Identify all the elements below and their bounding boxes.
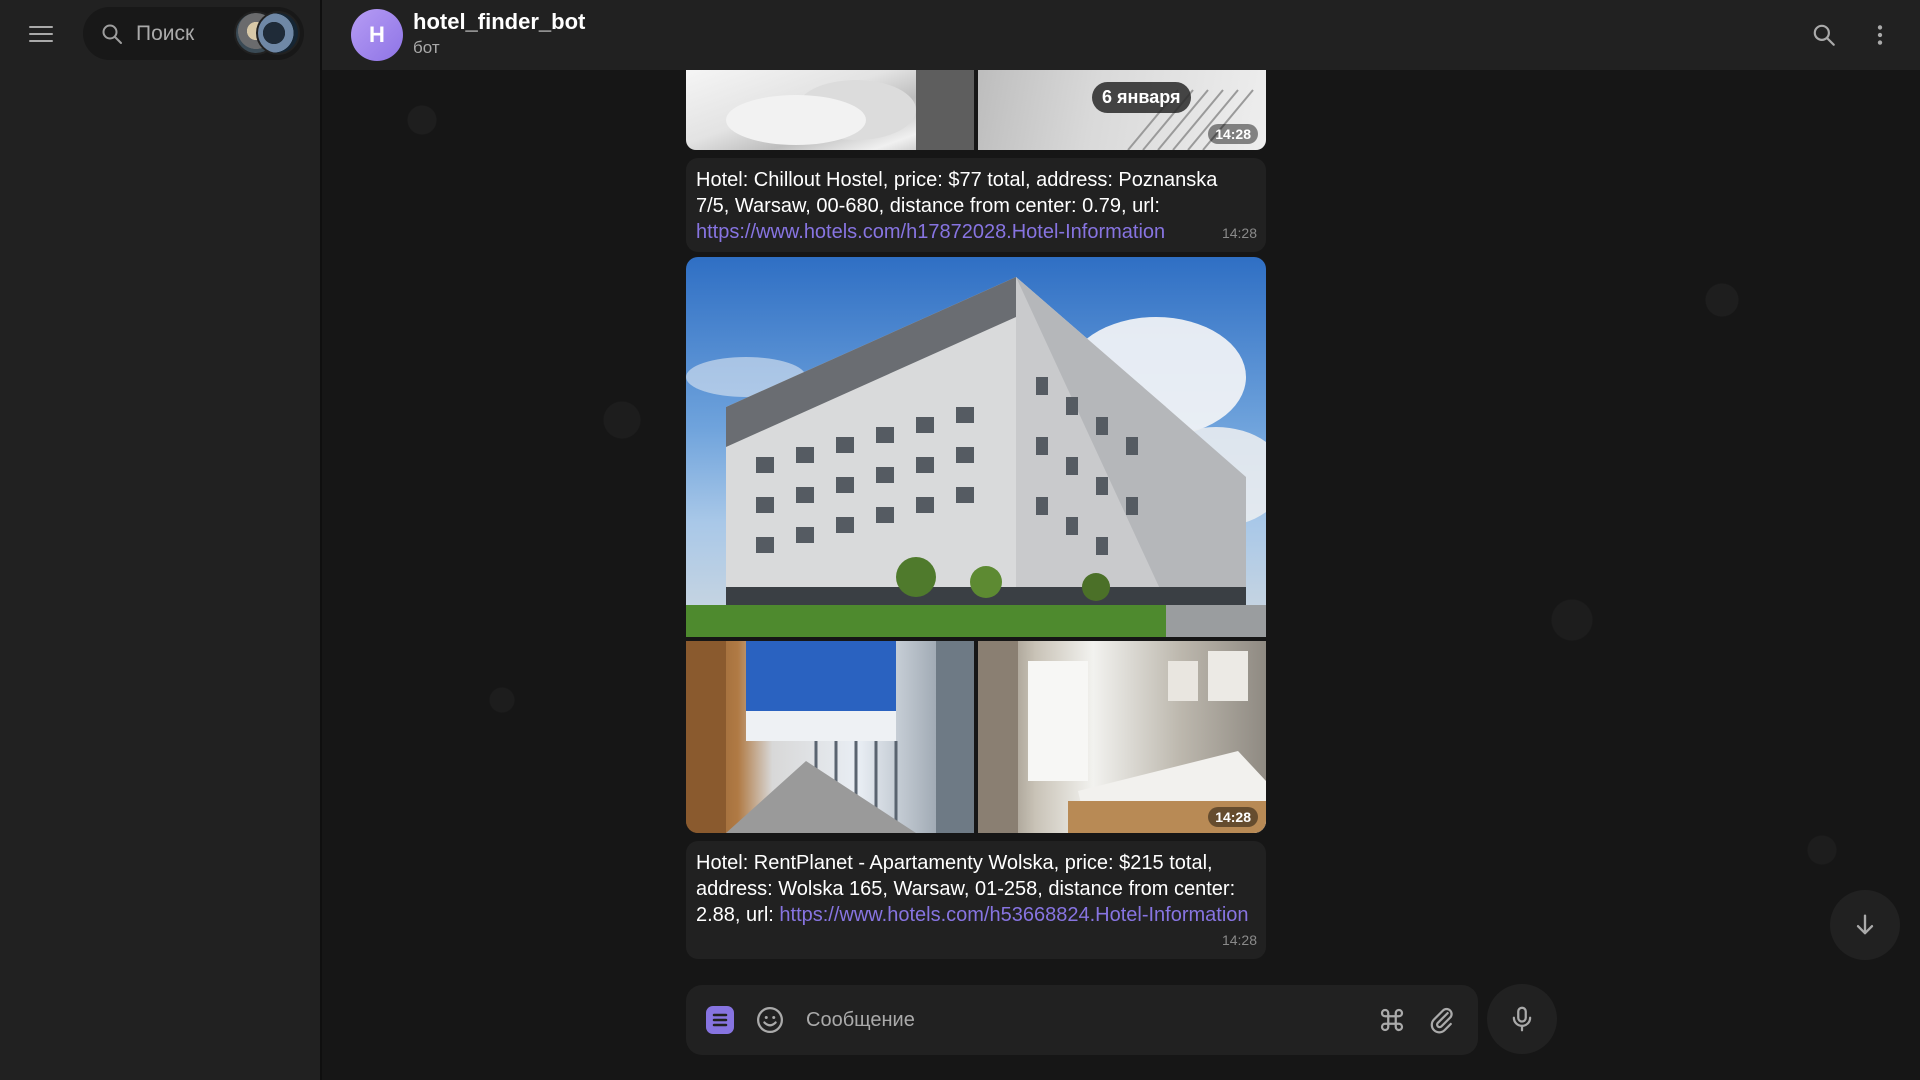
- story-avatar[interactable]: [256, 11, 300, 55]
- hotel-link[interactable]: https://www.hotels.com/h17872028.Hotel-I…: [696, 221, 1165, 243]
- message-bubble[interactable]: Hotel: Chillout Hostel, price: $77 total…: [686, 158, 1266, 252]
- search-icon[interactable]: [1806, 17, 1842, 53]
- microphone-button[interactable]: [1487, 984, 1557, 1054]
- menu-icon[interactable]: [24, 19, 58, 49]
- search-input[interactable]: [136, 21, 226, 46]
- hotel-link[interactable]: https://www.hotels.com/h53668824.Hotel-I…: [779, 904, 1248, 926]
- telegram-app: H hotel_finder_bot бот 14:28: [0, 0, 1920, 1080]
- photo-hotel-building[interactable]: [686, 257, 1266, 637]
- message-time: 14:28: [1221, 225, 1257, 241]
- chat-title: hotel_finder_bot: [413, 9, 586, 34]
- chat-header[interactable]: H hotel_finder_bot бот: [322, 0, 1920, 70]
- message-bubble[interactable]: Hotel: RentPlanet - Apartamenty Wolska, …: [686, 841, 1266, 959]
- commands-menu-icon[interactable]: [704, 1004, 736, 1036]
- photo-balcony[interactable]: [686, 641, 974, 833]
- photo-time: 14:28: [1208, 124, 1258, 144]
- scroll-down-button[interactable]: [1830, 890, 1900, 960]
- emoji-icon[interactable]: [754, 1004, 786, 1036]
- message-input[interactable]: [806, 1005, 1326, 1035]
- date-separator: 6 января: [1092, 82, 1191, 113]
- stories-avatars[interactable]: [234, 11, 300, 56]
- message-composer: [686, 985, 1478, 1055]
- photo-time: 14:28: [1208, 807, 1258, 827]
- message-text: Hotel: Chillout Hostel, price: $77 total…: [696, 169, 1218, 217]
- arrow-down-icon: [1856, 914, 1874, 935]
- photo-hotel-room[interactable]: 14:28: [978, 641, 1266, 833]
- chat-subtitle: бот: [413, 38, 440, 57]
- search-icon: [102, 24, 122, 44]
- chat-area: H hotel_finder_bot бот 14:28 6 января Ho…: [322, 0, 1920, 1080]
- bot-commands-icon[interactable]: [1376, 1004, 1408, 1036]
- search-box[interactable]: [83, 7, 304, 60]
- left-sidebar: [0, 0, 321, 1080]
- microphone-icon: [1512, 1006, 1532, 1032]
- message-time: 14:28: [1221, 932, 1257, 948]
- bot-avatar[interactable]: H: [351, 9, 403, 61]
- photo-pillow[interactable]: [686, 70, 974, 150]
- more-vertical-icon[interactable]: [1862, 17, 1898, 53]
- attach-icon[interactable]: [1426, 1004, 1458, 1036]
